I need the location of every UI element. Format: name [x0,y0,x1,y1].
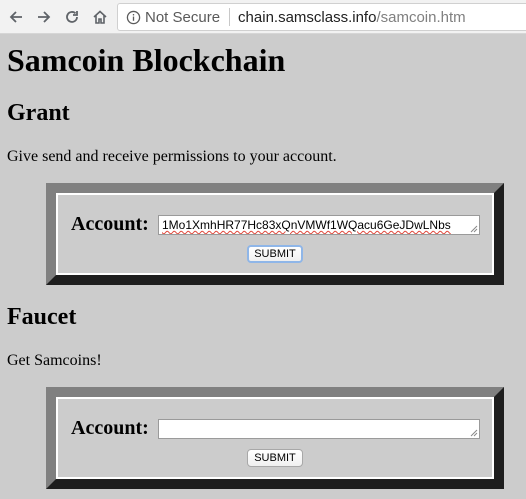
grant-heading: Grant [7,100,70,126]
grant-submit-button[interactable]: SUBMIT [247,245,303,263]
forward-arrow-icon[interactable] [34,7,54,27]
info-icon[interactable] [126,10,141,25]
home-icon[interactable] [90,7,110,27]
page-title: Samcoin Blockchain [7,42,286,78]
grant-account-input[interactable]: 1Mo1XmhHR77Hc83xQnVMWf1WQacu6GeJDwLNbs [158,215,480,235]
grant-account-value: 1Mo1XmhHR77Hc83xQnVMWf1WQacu6GeJDwLNbs [162,218,451,232]
back-arrow-icon[interactable] [6,7,26,27]
resize-grip-icon[interactable] [470,225,478,233]
resize-grip-icon[interactable] [470,429,478,437]
grant-form-inner: Account: 1Mo1XmhHR77Hc83xQnVMWf1WQacu6Ge… [56,193,494,275]
grant-account-label: Account: [71,213,149,235]
faucet-account-label: Account: [71,417,149,439]
omnibox-divider [229,8,231,26]
faucet-form: Account: SUBMIT [46,387,504,489]
faucet-submit-button[interactable]: SUBMIT [247,449,303,467]
faucet-heading: Faucet [7,304,77,330]
security-status-label[interactable]: Not Secure [145,9,220,26]
faucet-account-input[interactable] [158,419,480,439]
reload-icon[interactable] [62,7,82,27]
address-bar[interactable]: Not Secure chain.samsclass.info/samcoin.… [117,3,526,31]
faucet-description: Get Samcoins! [7,352,102,369]
url-path: /samcoin.htm [376,8,466,26]
url-host: chain.samsclass.info [238,8,377,26]
faucet-form-inner: Account: SUBMIT [56,397,494,479]
browser-toolbar: Not Secure chain.samsclass.info/samcoin.… [0,0,526,34]
grant-description: Give send and receive permissions to you… [7,148,337,165]
grant-form: Account: 1Mo1XmhHR77Hc83xQnVMWf1WQacu6Ge… [46,183,504,285]
